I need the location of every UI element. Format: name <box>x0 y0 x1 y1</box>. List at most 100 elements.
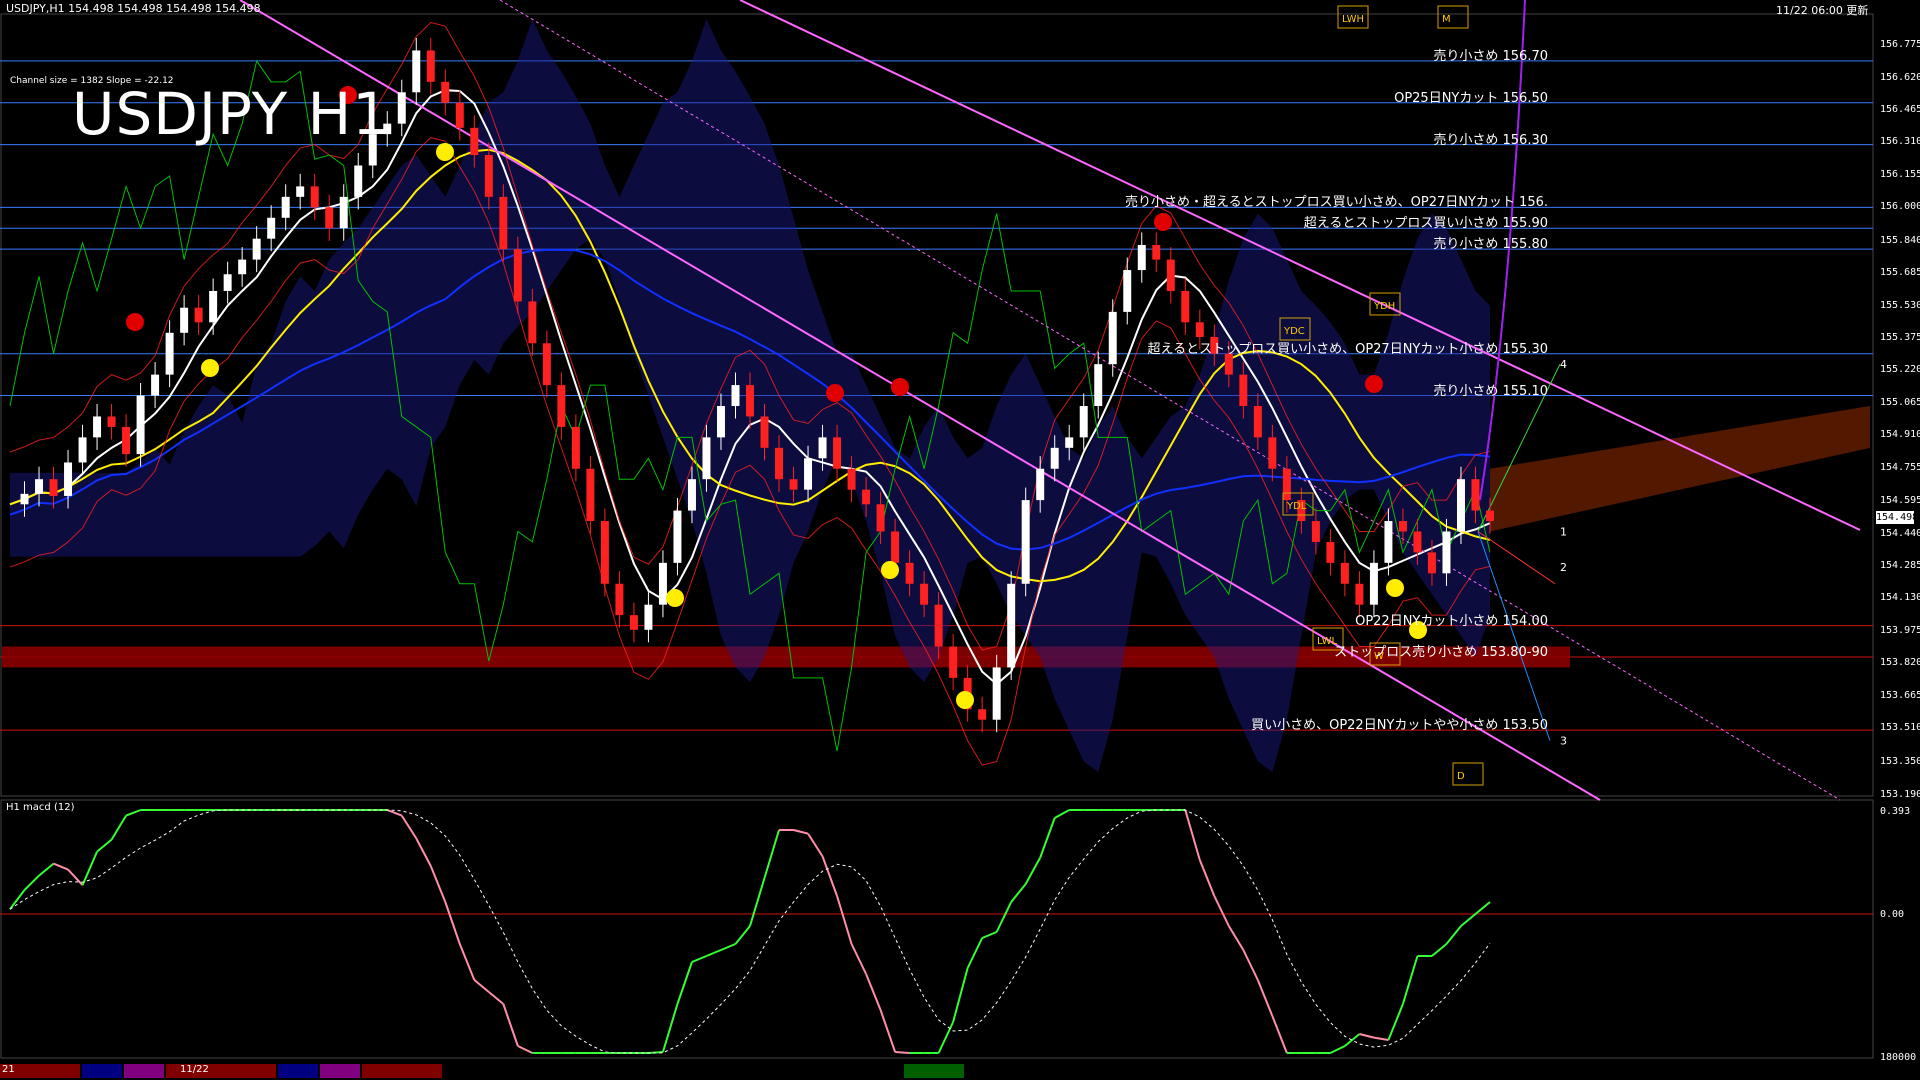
candle-body <box>223 274 232 291</box>
candle-body <box>687 479 696 511</box>
macd-segment <box>734 925 751 945</box>
macd-tick: 180000 <box>1880 1052 1917 1063</box>
macd-segment <box>661 1003 679 1053</box>
price-tick: 153.820 <box>1880 657 1920 669</box>
macd-segment <box>706 949 722 957</box>
macd-segment <box>995 901 1013 933</box>
candle-body <box>571 426 580 469</box>
timeline-tab-7[interactable] <box>362 1064 442 1078</box>
price-tick: 155.375 <box>1880 332 1920 344</box>
macd-segment <box>749 877 766 927</box>
date-tab-left: 21 <box>2 1064 15 1075</box>
price-tick: 153.975 <box>1880 624 1920 636</box>
candle-body <box>1166 259 1175 291</box>
timeline-tab-2[interactable] <box>82 1064 122 1078</box>
price-annotation: 売り小さめ 156.70 <box>1433 48 1548 64</box>
macd-segment <box>952 967 969 1023</box>
buy-signal-icon <box>201 359 219 377</box>
price-tick: 155.685 <box>1880 267 1920 279</box>
macd-segment <box>937 1021 955 1054</box>
macd-segment <box>1054 809 1070 819</box>
buy-signal-icon <box>1386 579 1404 597</box>
candle-body <box>1486 510 1494 522</box>
update-timestamp: 11/22 06:00 更新 <box>1776 4 1869 17</box>
candle-body <box>644 604 653 630</box>
macd-segment <box>1401 955 1419 1005</box>
candle-body <box>165 332 174 375</box>
candle-body <box>180 307 189 333</box>
price-chart[interactable]: 1234 LWH MYDHYDCYDLWDLWL <box>0 0 1920 1080</box>
timeline-tab-6[interactable] <box>320 1064 360 1078</box>
candle-body <box>1369 562 1378 605</box>
macd-segment <box>821 856 838 897</box>
price-tick: 156.310 <box>1880 136 1920 148</box>
candle-body <box>412 50 421 93</box>
macd-segment <box>1242 949 1259 981</box>
macd-segment <box>1024 857 1042 885</box>
macd-tick: 0.393 <box>1880 806 1911 817</box>
candle-body <box>354 165 363 197</box>
macd-segment <box>1271 1015 1288 1054</box>
candle-body <box>804 458 813 490</box>
macd-segment <box>981 931 998 939</box>
price-tick: 155.065 <box>1880 396 1920 408</box>
candle-body <box>1137 244 1146 271</box>
buy-signal-icon <box>881 561 899 579</box>
price-tick: 154.910 <box>1880 429 1920 441</box>
macd-segment <box>96 838 113 853</box>
candle-body <box>586 468 595 522</box>
candle-body <box>615 583 624 616</box>
price-tick: 153.665 <box>1880 689 1920 701</box>
timeline-tab-8[interactable] <box>904 1064 964 1078</box>
candle-body <box>267 217 276 239</box>
candle-body <box>1239 374 1248 406</box>
candle-body <box>64 462 73 496</box>
candle-body <box>746 385 754 417</box>
macd-segment <box>691 955 707 963</box>
candle-body <box>833 437 842 469</box>
timeline-tab-5[interactable] <box>278 1064 318 1078</box>
channel-label: 1 <box>1560 525 1567 538</box>
price-tick: 154.595 <box>1880 495 1920 507</box>
marker-label: D <box>1457 771 1465 782</box>
buy-signal-icon <box>666 589 684 607</box>
candle-body <box>1282 468 1291 501</box>
candle-body <box>629 615 638 630</box>
candle-body <box>1007 583 1016 668</box>
macd-segment <box>444 901 461 945</box>
candle-body <box>1181 290 1190 323</box>
macd-segment <box>676 961 693 1005</box>
price-tick: 156.620 <box>1880 71 1920 83</box>
macd-segment <box>110 815 127 841</box>
candle-body <box>441 81 450 103</box>
timeline-tab-3[interactable] <box>124 1064 164 1078</box>
candle-body <box>920 583 929 605</box>
price-annotation: 超えるとストップロス買い小さめ、OP27日NYカット小さめ 155.30 <box>1147 341 1548 357</box>
symbol-header: USDJPY,H1 154.498 154.498 154.498 154.49… <box>6 2 261 15</box>
macd-segment <box>850 943 867 975</box>
macd-segment <box>807 833 824 857</box>
price-annotation: 売り小さめ 156.30 <box>1433 132 1548 148</box>
candle-body <box>1413 531 1422 553</box>
price-tick: 155.220 <box>1880 364 1920 376</box>
macd-segment <box>1198 859 1216 897</box>
price-tick: 156.000 <box>1880 201 1920 213</box>
candle-body <box>426 50 435 82</box>
marker-label: M <box>1442 14 1451 25</box>
macd-segment <box>763 829 780 879</box>
macd-segment <box>1184 809 1201 861</box>
macd-segment <box>125 809 141 817</box>
macd-segment <box>429 865 447 903</box>
candle-body <box>1123 270 1132 312</box>
candle-body <box>1384 521 1393 563</box>
price-annotation: 超えるとストップロス買い小さめ 155.90 <box>1303 216 1548 232</box>
candle-body <box>1326 541 1335 563</box>
candle-body <box>1224 353 1233 375</box>
candle-body <box>934 604 943 647</box>
marker-label: YDC <box>1283 326 1305 337</box>
sell-signal-icon <box>891 378 909 396</box>
macd-segment <box>966 937 984 969</box>
candle-body <box>1195 322 1204 337</box>
candle-body <box>557 385 566 427</box>
price-tick: 155.530 <box>1880 299 1920 311</box>
